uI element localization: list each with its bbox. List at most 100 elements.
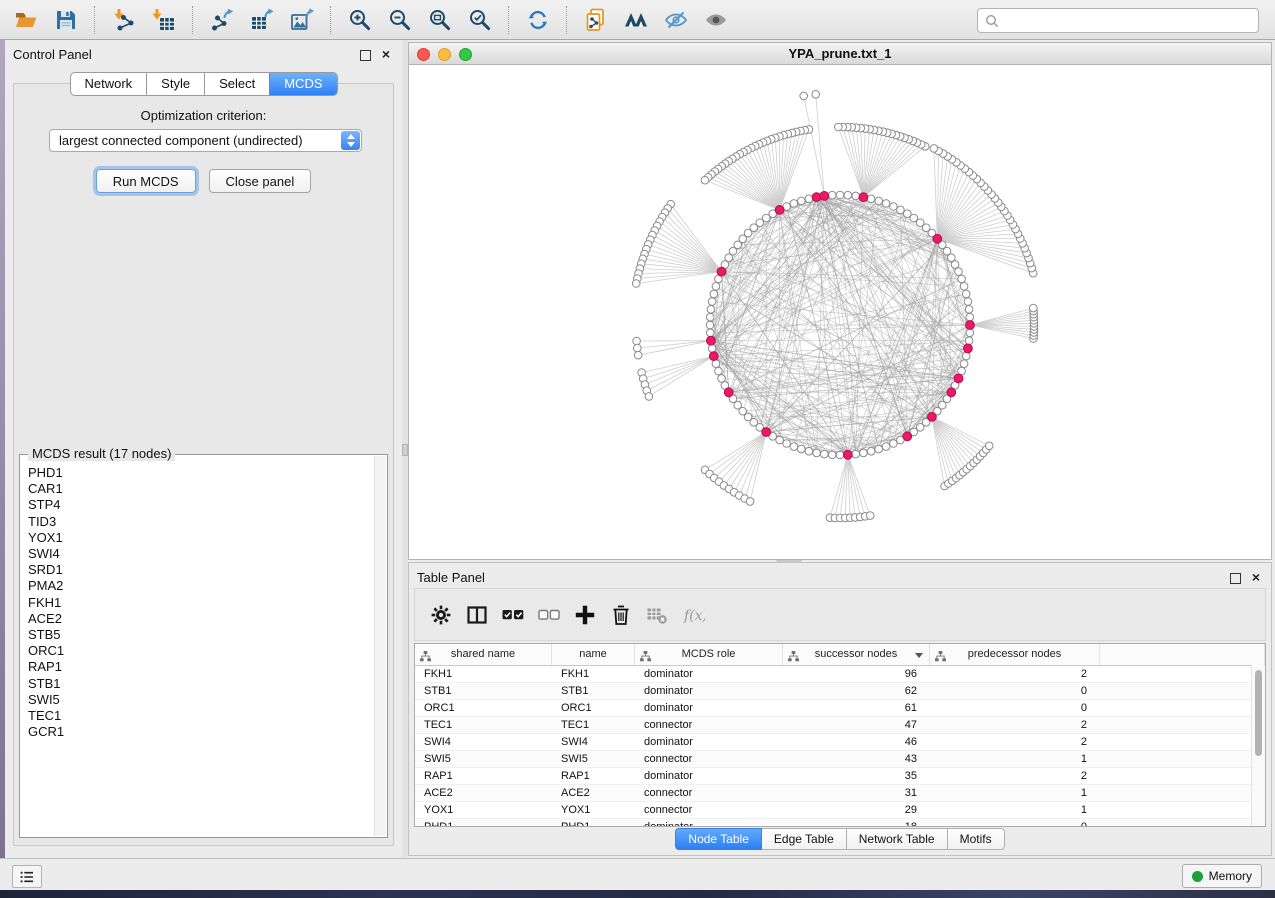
ring-node[interactable] xyxy=(882,443,890,451)
mcds-result-item[interactable]: STP4 xyxy=(21,497,375,513)
mcds-result-item[interactable]: SRD1 xyxy=(21,562,375,578)
ring-node[interactable] xyxy=(890,203,898,211)
search-input[interactable] xyxy=(1000,11,1258,31)
ring-node[interactable] xyxy=(875,445,883,453)
zoom-in-button[interactable] xyxy=(342,3,378,37)
ring-node[interactable] xyxy=(890,440,898,448)
columns-button[interactable] xyxy=(460,598,494,632)
gear-button[interactable] xyxy=(424,598,458,632)
ring-node[interactable] xyxy=(904,210,912,218)
uncheck-pair-button[interactable] xyxy=(532,598,566,632)
mcds-result-item[interactable]: ACE2 xyxy=(21,611,375,627)
ring-node[interactable] xyxy=(790,200,798,208)
mcds-result-scrollbar[interactable] xyxy=(374,456,386,836)
ring-node[interactable] xyxy=(962,352,970,360)
table-row[interactable]: ACE2ACE2connector311 xyxy=(415,785,1265,802)
mcds-hub-node[interactable] xyxy=(762,428,771,437)
mcds-hub-node[interactable] xyxy=(954,374,963,383)
tab-edge-table[interactable]: Edge Table xyxy=(762,828,847,850)
mcds-result-item[interactable]: STB1 xyxy=(21,676,375,692)
ring-node[interactable] xyxy=(965,306,973,314)
ring-node[interactable] xyxy=(798,197,806,205)
table-scrollbar[interactable] xyxy=(1251,665,1265,826)
mcds-result-item[interactable]: RAP1 xyxy=(21,659,375,675)
ring-node[interactable] xyxy=(875,197,883,205)
task-history-button[interactable] xyxy=(12,865,42,888)
column-header-successor-nodes[interactable]: successor nodes xyxy=(783,644,930,665)
table-row[interactable]: ORC1ORC1dominator610 xyxy=(415,700,1265,717)
mcds-result-item[interactable]: TEC1 xyxy=(21,708,375,724)
ring-node[interactable] xyxy=(836,191,844,199)
tab-style[interactable]: Style xyxy=(146,73,204,95)
mcds-hub-node[interactable] xyxy=(966,321,975,330)
tab-select[interactable]: Select xyxy=(204,73,269,95)
check-pair-button[interactable] xyxy=(496,598,530,632)
ring-node[interactable] xyxy=(962,290,970,298)
float-icon[interactable] xyxy=(360,50,371,61)
mcds-hub-node[interactable] xyxy=(933,234,942,243)
satellite-node[interactable] xyxy=(746,498,754,506)
add-column-button[interactable] xyxy=(568,598,602,632)
zoom-selected-button[interactable] xyxy=(462,3,498,37)
ring-node[interactable] xyxy=(712,283,720,291)
export-image-button[interactable] xyxy=(284,3,320,37)
ring-node[interactable] xyxy=(958,275,966,283)
ring-node[interactable] xyxy=(951,261,959,269)
satellite-node[interactable] xyxy=(634,344,642,352)
satellite-node[interactable] xyxy=(866,512,874,520)
ring-node[interactable] xyxy=(706,329,714,337)
mcds-result-item[interactable]: CAR1 xyxy=(21,481,375,497)
ring-node[interactable] xyxy=(852,192,860,200)
ring-node[interactable] xyxy=(712,360,720,368)
table-row[interactable]: YOX1YOX1connector291 xyxy=(415,802,1265,819)
mcds-hub-node[interactable] xyxy=(843,450,852,459)
ring-node[interactable] xyxy=(964,298,972,306)
run-mcds-button[interactable]: Run MCDS xyxy=(96,169,196,193)
satellite-node[interactable] xyxy=(985,442,993,450)
tab-network[interactable]: Network xyxy=(70,73,146,95)
ring-node[interactable] xyxy=(960,283,968,291)
ring-node[interactable] xyxy=(707,306,715,314)
mcds-result-item[interactable]: FKH1 xyxy=(21,595,375,611)
close-icon[interactable]: × xyxy=(382,46,390,62)
mcds-hub-node[interactable] xyxy=(724,388,733,397)
ring-node[interactable] xyxy=(708,345,716,353)
table-row[interactable]: FKH1FKH1dominator962 xyxy=(415,666,1265,683)
zoom-fit-button[interactable] xyxy=(422,3,458,37)
ring-node[interactable] xyxy=(867,195,875,203)
import-network-button[interactable] xyxy=(106,3,142,37)
mcds-result-item[interactable]: PMA2 xyxy=(21,578,375,594)
ring-node[interactable] xyxy=(966,329,974,337)
ring-node[interactable] xyxy=(965,337,973,345)
ring-node[interactable] xyxy=(852,450,860,458)
table-row[interactable]: PHD1PHD1dominator180 xyxy=(415,819,1265,827)
zoom-out-button[interactable] xyxy=(382,3,418,37)
table-row[interactable]: SWI4SWI4dominator462 xyxy=(415,734,1265,751)
mcds-hub-node[interactable] xyxy=(709,352,718,361)
ring-node[interactable] xyxy=(955,268,963,276)
table-row[interactable]: STB1STB1dominator620 xyxy=(415,683,1265,700)
tab-mcds[interactable]: MCDS xyxy=(269,73,336,95)
satellite-node[interactable] xyxy=(634,351,642,359)
tab-motifs[interactable]: Motifs xyxy=(948,828,1005,850)
optimization-criterion-dropdown[interactable]: largest connected component (undirected) xyxy=(49,129,362,152)
ring-node[interactable] xyxy=(710,290,718,298)
ring-node[interactable] xyxy=(708,298,716,306)
column-header-mcds-role[interactable]: MCDS role xyxy=(635,644,783,665)
mcds-result-item[interactable]: SWI5 xyxy=(21,692,375,708)
ring-node[interactable] xyxy=(805,447,813,455)
mcds-hub-node[interactable] xyxy=(928,413,937,422)
ring-node[interactable] xyxy=(790,443,798,451)
table-row[interactable]: TEC1TEC1connector472 xyxy=(415,717,1265,734)
table-row[interactable]: RAP1RAP1dominator352 xyxy=(415,768,1265,785)
ring-node[interactable] xyxy=(805,195,813,203)
tab-node-table[interactable]: Node Table xyxy=(675,828,762,850)
close-icon[interactable]: × xyxy=(1252,569,1260,585)
import-table-button[interactable] xyxy=(146,3,182,37)
delete-column-button[interactable] xyxy=(604,598,638,632)
ring-node[interactable] xyxy=(715,367,723,375)
close-panel-button[interactable]: Close panel xyxy=(209,169,312,193)
ring-node[interactable] xyxy=(798,445,806,453)
open-file-button[interactable] xyxy=(8,3,44,37)
mcds-result-item[interactable]: GCR1 xyxy=(21,724,375,740)
